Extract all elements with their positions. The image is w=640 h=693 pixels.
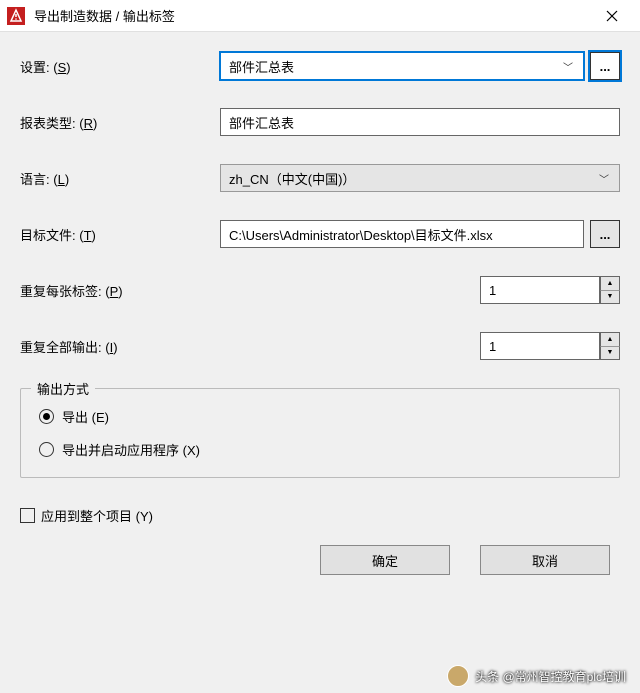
close-icon xyxy=(606,10,618,22)
repeat-all-spinner: 1 ▲ ▼ xyxy=(480,332,620,360)
repeat-all-up[interactable]: ▲ xyxy=(600,332,620,346)
checkbox-icon xyxy=(20,508,35,523)
watermark-avatar-icon xyxy=(447,665,469,687)
row-report-type: 报表类型: (R) 部件汇总表 xyxy=(20,108,620,136)
row-repeat-each: 重复每张标签: (P) 1 ▲ ▼ xyxy=(20,276,620,304)
repeat-each-up[interactable]: ▲ xyxy=(600,276,620,290)
radio-export-launch[interactable]: 导出并启动应用程序 (X) xyxy=(39,440,601,459)
repeat-each-input[interactable]: 1 xyxy=(480,276,600,304)
repeat-each-spinner: 1 ▲ ▼ xyxy=(480,276,620,304)
radio-icon xyxy=(39,442,54,457)
language-combo[interactable]: zh_CN（中文(中国)） ﹀ xyxy=(220,164,620,192)
settings-browse-button[interactable]: ... xyxy=(590,52,620,80)
radio-export[interactable]: 导出 (E) xyxy=(39,407,601,426)
repeat-all-down[interactable]: ▼ xyxy=(600,346,620,361)
settings-combo[interactable]: 部件汇总表 ﹀ xyxy=(220,52,584,80)
output-mode-title: 输出方式 xyxy=(31,379,95,398)
close-button[interactable] xyxy=(592,1,632,31)
label-settings: 设置: (S) xyxy=(20,57,220,76)
dialog-button-row: 确定 取消 xyxy=(20,545,620,575)
apply-project-checkbox[interactable]: 应用到整个项目 (Y) xyxy=(20,506,620,525)
label-repeat-all: 重复全部输出: (I) xyxy=(20,337,220,356)
target-file-input[interactable]: C:\Users\Administrator\Desktop\目标文件.xlsx xyxy=(220,220,584,248)
dialog-window: 导出制造数据 / 输出标签 设置: (S) 部件汇总表 ﹀ ... xyxy=(0,0,640,693)
report-type-input[interactable]: 部件汇总表 xyxy=(220,108,620,136)
titlebar: 导出制造数据 / 输出标签 xyxy=(0,0,640,32)
target-file-browse-button[interactable]: ... xyxy=(590,220,620,248)
label-language: 语言: (L) xyxy=(20,169,220,188)
label-target-file: 目标文件: (T) xyxy=(20,225,220,244)
radio-icon xyxy=(39,409,54,424)
row-settings: 设置: (S) 部件汇总表 ﹀ ... xyxy=(20,52,620,80)
output-mode-group: 输出方式 导出 (E) 导出并启动应用程序 (X) xyxy=(20,388,620,478)
row-target-file: 目标文件: (T) C:\Users\Administrator\Desktop… xyxy=(20,220,620,248)
window-title: 导出制造数据 / 输出标签 xyxy=(34,6,592,25)
watermark: 头条 @常州智控教育plc培训 xyxy=(447,665,626,687)
label-report-type: 报表类型: (R) xyxy=(20,113,220,132)
cancel-button[interactable]: 取消 xyxy=(480,545,610,575)
chevron-down-icon: ﹀ xyxy=(597,171,611,186)
chevron-down-icon: ﹀ xyxy=(561,59,575,74)
repeat-all-input[interactable]: 1 xyxy=(480,332,600,360)
dialog-content: 设置: (S) 部件汇总表 ﹀ ... 报表类型: (R) 部件汇总表 xyxy=(0,32,640,693)
row-language: 语言: (L) zh_CN（中文(中国)） ﹀ xyxy=(20,164,620,192)
label-repeat-each: 重复每张标签: (P) xyxy=(20,281,220,300)
ok-button[interactable]: 确定 xyxy=(320,545,450,575)
row-repeat-all: 重复全部输出: (I) 1 ▲ ▼ xyxy=(20,332,620,360)
repeat-each-down[interactable]: ▼ xyxy=(600,290,620,305)
app-icon xyxy=(6,6,26,26)
